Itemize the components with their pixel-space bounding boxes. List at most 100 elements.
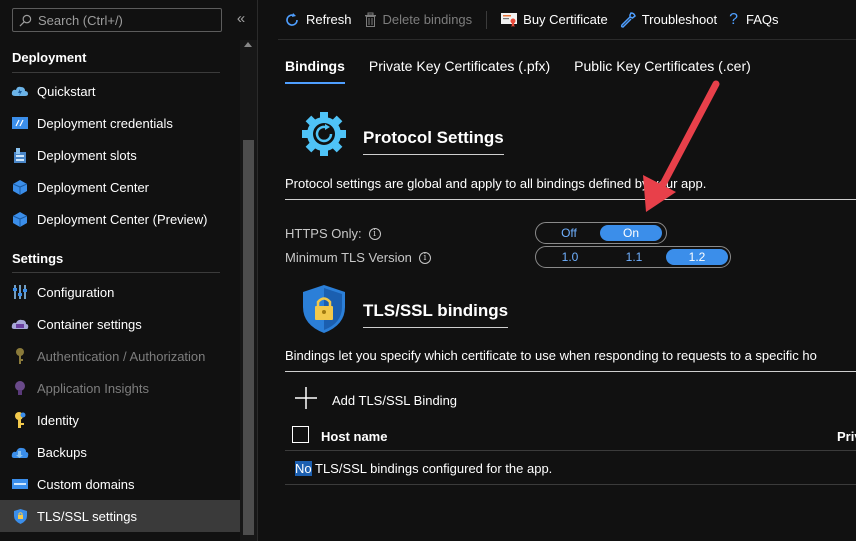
scroll-up-arrow-icon[interactable] <box>244 42 252 47</box>
sidebar-item-label: Deployment Center <box>37 179 149 195</box>
sidebar-item-configuration[interactable]: Configuration <box>0 276 240 308</box>
lightbulb-icon <box>11 379 29 397</box>
wrench-icon <box>620 11 636 28</box>
trash-icon <box>364 12 376 27</box>
faqs-label: FAQs <box>746 12 779 27</box>
bindings-table-header: Host name Priv <box>285 421 856 451</box>
question-icon: ? <box>729 10 739 28</box>
bindings-description: Bindings let you specify which certifica… <box>285 348 817 363</box>
sidebar: « Deployment Quickstart Deployment crede… <box>0 0 258 541</box>
tab-bindings[interactable]: Bindings <box>285 58 345 84</box>
sidebar-item-deployment-center[interactable]: Deployment Center <box>0 171 240 203</box>
sidebar-item-label: Deployment credentials <box>37 115 173 131</box>
credentials-icon <box>11 114 29 132</box>
section-title-deployment: Deployment <box>12 50 87 65</box>
https-only-label: HTTPS Only: i <box>285 226 381 241</box>
search-icon <box>19 14 32 26</box>
section-title-settings: Settings <box>12 251 64 266</box>
sidebar-item-deployment-center-preview[interactable]: Deployment Center (Preview) <box>0 203 240 235</box>
certificate-icon <box>501 12 518 27</box>
sidebar-item-custom-domains[interactable]: Custom domains <box>0 468 240 500</box>
collapse-sidebar-button[interactable]: « <box>233 10 249 27</box>
faqs-button[interactable]: ? FAQs <box>723 0 784 40</box>
plus-icon <box>294 386 320 414</box>
cloud-lightning-icon <box>11 82 29 100</box>
column-private-certificate[interactable]: Priv <box>837 429 856 444</box>
sidebar-item-deployment-slots[interactable]: Deployment slots <box>0 139 240 171</box>
info-icon[interactable]: i <box>418 251 431 264</box>
protocol-settings-heading: Protocol Settings <box>363 128 504 155</box>
protocol-settings-description: Protocol settings are global and apply t… <box>285 176 707 191</box>
sidebar-item-label: Backups <box>37 444 87 460</box>
tls-option-1-0[interactable]: 1.0 <box>538 249 602 265</box>
sidebar-item-label: Deployment slots <box>37 147 137 163</box>
sidebar-item-label: Configuration <box>37 284 115 300</box>
troubleshoot-button[interactable]: Troubleshoot <box>614 0 723 40</box>
identity-icon <box>11 411 29 429</box>
add-tls-ssl-binding-label: Add TLS/SSL Binding <box>332 392 458 408</box>
buy-certificate-button[interactable]: Buy Certificate <box>495 0 614 40</box>
sidebar-item-tls-ssl-settings[interactable]: TLS/SSL settings <box>0 500 240 532</box>
empty-message-text: TLS/SSL bindings configured for the app. <box>311 460 553 476</box>
cube-icon <box>11 210 29 228</box>
cube-icon <box>11 178 29 196</box>
column-host-name[interactable]: Host name <box>321 429 387 444</box>
tab-public-key-certificates[interactable]: Public Key Certificates (.cer) <box>574 58 751 84</box>
add-tls-ssl-binding-button[interactable]: Add TLS/SSL Binding <box>294 386 457 414</box>
search-input[interactable] <box>38 12 218 28</box>
container-icon <box>11 315 29 333</box>
section-divider <box>12 272 220 273</box>
section-divider <box>285 199 856 200</box>
https-only-text: HTTPS Only: <box>285 226 362 241</box>
sidebar-item-label: Custom domains <box>37 476 135 492</box>
sidebar-item-label: Container settings <box>37 316 142 332</box>
tls-option-1-1[interactable]: 1.1 <box>602 249 666 265</box>
sidebar-item-application-insights[interactable]: Application Insights <box>0 372 240 404</box>
sidebar-item-label: Application Insights <box>37 380 150 396</box>
gear-refresh-icon <box>300 110 348 161</box>
min-tls-text: Minimum TLS Version <box>285 250 412 265</box>
min-tls-toggle[interactable]: 1.0 1.1 1.2 <box>535 246 731 268</box>
https-only-on-option[interactable]: On <box>600 225 662 241</box>
buy-certificate-label: Buy Certificate <box>523 12 608 27</box>
key-icon <box>11 347 29 365</box>
refresh-icon <box>286 12 298 26</box>
sidebar-item-label: TLS/SSL settings <box>37 508 137 524</box>
domain-icon <box>11 475 29 493</box>
sidebar-item-backups[interactable]: Backups <box>0 436 240 468</box>
sidebar-item-deployment-credentials[interactable]: Deployment credentials <box>0 107 240 139</box>
info-icon[interactable]: i <box>368 227 381 240</box>
https-only-toggle[interactable]: Off On <box>535 222 667 244</box>
min-tls-label: Minimum TLS Version i <box>285 250 431 265</box>
sidebar-item-quickstart[interactable]: Quickstart <box>0 75 240 107</box>
tls-ssl-bindings-heading: TLS/SSL bindings <box>363 301 509 328</box>
ssl-shield-icon <box>303 285 345 336</box>
tls-option-1-2[interactable]: 1.2 <box>666 249 728 265</box>
section-divider <box>285 371 856 372</box>
command-bar: Refresh Delete bindings Buy Certificate … <box>278 0 856 40</box>
delete-bindings-button[interactable]: Delete bindings <box>358 0 479 40</box>
cloud-backup-icon <box>11 443 29 461</box>
refresh-label: Refresh <box>306 12 352 27</box>
section-divider <box>12 72 220 73</box>
refresh-button[interactable]: Refresh <box>278 0 358 40</box>
shield-icon <box>11 507 29 525</box>
sidebar-item-identity[interactable]: Identity <box>0 404 240 436</box>
tab-strip: Bindings Private Key Certificates (.pfx)… <box>285 58 775 84</box>
sidebar-scroll-thumb[interactable] <box>243 140 254 535</box>
sidebar-item-authentication[interactable]: Authentication / Authorization <box>0 340 240 372</box>
sidebar-item-label: Authentication / Authorization <box>37 348 206 364</box>
slots-icon <box>11 146 29 164</box>
tab-private-key-certificates[interactable]: Private Key Certificates (.pfx) <box>369 58 550 84</box>
toolbar-separator <box>486 10 488 29</box>
https-only-off-option[interactable]: Off <box>538 225 600 241</box>
sidebar-item-label: Identity <box>37 412 79 428</box>
select-all-checkbox[interactable] <box>292 426 309 443</box>
sidebar-item-label: Quickstart <box>37 83 96 99</box>
sidebar-item-label: Deployment Center (Preview) <box>37 211 208 227</box>
sliders-icon <box>11 283 29 301</box>
search-box[interactable] <box>12 8 222 32</box>
selected-text-highlight: No <box>295 460 312 476</box>
sidebar-item-container-settings[interactable]: Container settings <box>0 308 240 340</box>
troubleshoot-label: Troubleshoot <box>641 12 718 27</box>
